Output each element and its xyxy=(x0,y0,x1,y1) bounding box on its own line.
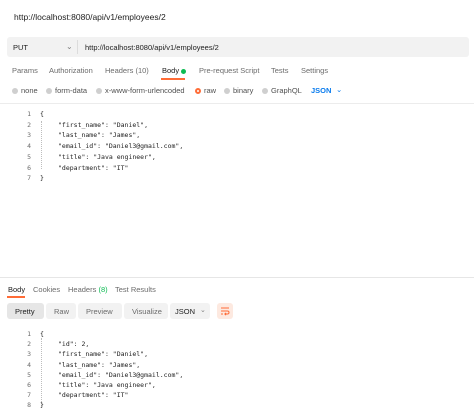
code-line: "department": "IT" xyxy=(58,391,129,400)
indent-guide xyxy=(41,121,42,169)
option-raw[interactable]: raw xyxy=(195,86,216,95)
tab-body-label: Body xyxy=(162,66,180,75)
tab-authorization[interactable]: Authorization xyxy=(49,66,93,75)
line-number: 6 xyxy=(27,381,31,389)
tab-headers[interactable]: Headers (10) xyxy=(105,66,149,75)
line-number: 3 xyxy=(27,131,31,140)
code-line: { xyxy=(40,330,44,338)
format-select[interactable]: JSON xyxy=(311,86,331,95)
request-tabs: Params Authorization Headers (10) Body P… xyxy=(0,66,474,82)
body-type-options: none form-data x-www-form-urlencoded raw… xyxy=(0,85,474,100)
chevron-down-icon[interactable]: ⌄ xyxy=(336,85,342,94)
code-line: { xyxy=(40,110,44,118)
line-number: 3 xyxy=(27,350,31,359)
option-binary-label: binary xyxy=(233,86,254,95)
line-number: 1 xyxy=(27,110,31,118)
code-line: "email_id": "Daniel3@gmail.com", xyxy=(58,142,184,151)
option-graphql[interactable]: GraphQL xyxy=(262,86,302,95)
line-number: 2 xyxy=(27,340,31,349)
resp-tab-headers[interactable]: Headers (8) xyxy=(68,285,108,294)
line-number: 6 xyxy=(27,163,31,172)
url-bar: PUT ⌄ http://localhost:8080/api/v1/emplo… xyxy=(7,37,469,57)
chevron-down-icon[interactable]: ⌄ xyxy=(66,42,73,51)
option-raw-label: raw xyxy=(204,86,217,95)
indent-guide xyxy=(41,338,42,406)
line-number: 5 xyxy=(27,370,31,379)
code-line: "department": "IT" xyxy=(58,163,129,172)
active-tab-indicator xyxy=(161,78,185,80)
chevron-down-icon[interactable]: ⌄ xyxy=(200,306,206,314)
option-graphql-label: GraphQL xyxy=(271,86,302,95)
tab-body[interactable]: Body xyxy=(162,66,187,75)
line-number: 8 xyxy=(27,401,31,410)
radio-selected-icon xyxy=(195,88,201,94)
radio-icon xyxy=(12,88,18,94)
code-line: "first_name": "Daniel", xyxy=(58,120,149,129)
option-binary[interactable]: binary xyxy=(224,86,253,95)
radio-icon xyxy=(96,88,102,94)
view-preview-button[interactable]: Preview xyxy=(78,303,122,319)
option-none-label: none xyxy=(21,86,38,95)
tab-tests[interactable]: Tests xyxy=(271,66,289,75)
tab-headers-label: Headers xyxy=(105,66,134,75)
option-none[interactable]: none xyxy=(12,86,38,95)
resp-tab-cookies[interactable]: Cookies xyxy=(33,285,60,294)
code-line: "email_id": "Daniel3@gmail.com", xyxy=(58,370,184,379)
code-line: "title": "Java engineer", xyxy=(58,152,156,161)
url-input[interactable]: http://localhost:8080/api/v1/employees/2 xyxy=(85,43,219,52)
view-visualize-button[interactable]: Visualize xyxy=(124,303,168,319)
view-raw-button[interactable]: Raw xyxy=(46,303,76,319)
response-tabs: Body Cookies Headers (8) Test Results xyxy=(0,285,474,299)
tab-params[interactable]: Params xyxy=(12,66,38,75)
method-select[interactable]: PUT xyxy=(13,43,28,52)
code-line: "id": 2, xyxy=(58,340,90,349)
request-body-editor[interactable] xyxy=(0,103,474,277)
option-urlencoded-label: x-www-form-urlencoded xyxy=(105,86,185,95)
request-title: http://localhost:8080/api/v1/employees/2 xyxy=(14,12,166,22)
code-line: } xyxy=(40,174,44,183)
line-number: 1 xyxy=(27,330,31,338)
resp-tab-headers-count: (8) xyxy=(98,285,108,294)
option-form-data-label: form-data xyxy=(55,86,88,95)
active-tab-indicator xyxy=(7,296,25,298)
response-format-label: JSON xyxy=(175,307,196,316)
tab-prerequest[interactable]: Pre-request Script xyxy=(199,66,259,75)
radio-icon xyxy=(262,88,268,94)
resp-tab-test-results[interactable]: Test Results xyxy=(115,285,156,294)
code-line: "last_name": "James", xyxy=(58,360,141,369)
resp-tab-body[interactable]: Body xyxy=(8,285,25,294)
view-pretty-button[interactable]: Pretty xyxy=(7,303,44,319)
tab-headers-count: (10) xyxy=(135,66,149,75)
line-number: 7 xyxy=(27,391,31,400)
line-number: 4 xyxy=(27,142,31,151)
code-line: "last_name": "James", xyxy=(58,131,141,140)
radio-icon xyxy=(224,88,230,94)
wrap-lines-button[interactable] xyxy=(217,303,233,319)
tab-settings[interactable]: Settings xyxy=(301,66,328,75)
line-number: 2 xyxy=(27,120,31,129)
code-line: } xyxy=(40,401,44,410)
radio-icon xyxy=(46,88,52,94)
divider xyxy=(0,277,474,278)
resp-tab-headers-label: Headers xyxy=(68,285,97,294)
code-line: "first_name": "Daniel", xyxy=(58,350,149,359)
status-dot-icon xyxy=(181,68,187,74)
wrap-lines-icon xyxy=(221,307,230,316)
divider xyxy=(77,40,78,54)
option-form-data[interactable]: form-data xyxy=(46,86,87,95)
line-number: 7 xyxy=(27,174,31,183)
option-urlencoded[interactable]: x-www-form-urlencoded xyxy=(96,86,185,95)
code-line: "title": "Java engineer", xyxy=(58,381,156,389)
line-number: 5 xyxy=(27,152,31,161)
line-number: 4 xyxy=(27,360,31,369)
